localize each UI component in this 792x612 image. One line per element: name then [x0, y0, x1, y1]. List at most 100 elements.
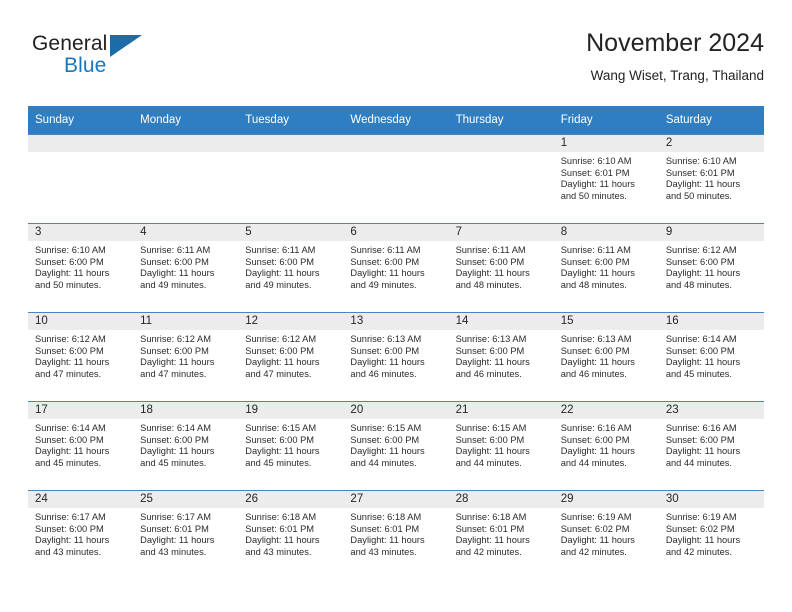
calendar-day-cell[interactable]: 3 Sunrise: 6:10 AM Sunset: 6:00 PM Daylight… — [28, 223, 134, 313]
day-number: 26 — [238, 491, 344, 508]
day-details: Sunrise: 6:11 AM Sunset: 6:00 PM Daylight:… — [238, 241, 343, 291]
day-cell: 6 Sunrise: 6:11 AM Sunset: 6:00 PM Daylight… — [343, 224, 449, 312]
day-number: 6 — [343, 224, 449, 241]
calendar-day-cell[interactable]: 22 Sunrise: 6:16 AM Sunset: 6:00 PM Dayligh… — [553, 401, 659, 491]
calendar-day-cell[interactable]: 23 Sunrise: 6:16 AM Sunset: 6:00 PM Dayligh… — [658, 401, 764, 491]
calendar-day-cell[interactable]: 10 Sunrise: 6:12 AM Sunset: 6:00 PM Dayligh… — [28, 312, 134, 402]
sunset-text: Sunset: 6:00 PM — [560, 256, 630, 267]
triangle-flag-icon — [110, 35, 142, 57]
sunset-text: Sunset: 6:00 PM — [35, 523, 104, 534]
calendar-day-cell[interactable]: 26 Sunrise: 6:18 AM Sunset: 6:01 PM Dayligh… — [238, 490, 344, 579]
calendar-day-cell[interactable] — [28, 134, 134, 224]
day-number: 12 — [238, 313, 344, 330]
calendar-day-cell[interactable]: 6 Sunrise: 6:11 AM Sunset: 6:00 PM Daylight… — [343, 223, 449, 313]
day-number: 14 — [448, 313, 554, 330]
calendar-day-cell[interactable]: 11 Sunrise: 6:12 AM Sunset: 6:00 PM Dayligh… — [133, 312, 239, 402]
sunset-text: Sunset: 6:00 PM — [455, 345, 525, 356]
calendar-day-cell[interactable]: 28 Sunrise: 6:18 AM Sunset: 6:01 PM Dayligh… — [448, 490, 554, 579]
sunrise-text: Sunrise: 6:13 AM — [350, 334, 422, 344]
calendar-day-cell[interactable] — [343, 134, 449, 224]
calendar-day-cell[interactable]: 20 Sunrise: 6:15 AM Sunset: 6:00 PM Dayligh… — [343, 401, 449, 491]
calendar-day-cell[interactable]: 16 Sunrise: 6:14 AM Sunset: 6:00 PM Dayligh… — [658, 312, 764, 402]
calendar-day-cell[interactable]: 30 Sunrise: 6:19 AM Sunset: 6:02 PM Dayligh… — [658, 490, 764, 579]
sunset-text: Sunset: 6:00 PM — [560, 434, 630, 445]
weekday-header-tuesday: Tuesday — [238, 106, 344, 135]
weekday-header-wednesday: Wednesday — [343, 106, 449, 135]
calendar-day-cell[interactable]: 9 Sunrise: 6:12 AM Sunset: 6:00 PM Daylight… — [658, 223, 764, 313]
sunset-text: Sunset: 6:00 PM — [35, 345, 104, 356]
calendar-day-cell[interactable]: 24 Sunrise: 6:17 AM Sunset: 6:00 PM Dayligh… — [28, 490, 134, 579]
day-cell-empty — [28, 135, 134, 223]
calendar-day-cell[interactable]: 2 Sunrise: 6:10 AM Sunset: 6:01 PM Daylight… — [658, 134, 764, 224]
calendar-day-cell[interactable]: 17 Sunrise: 6:14 AM Sunset: 6:00 PM Dayligh… — [28, 401, 134, 491]
calendar-day-cell[interactable]: 15 Sunrise: 6:13 AM Sunset: 6:00 PM Dayligh… — [553, 312, 659, 402]
daylight-text: Daylight: 11 hours and 44 minutes. — [350, 446, 425, 468]
calendar-day-cell[interactable]: 18 Sunrise: 6:14 AM Sunset: 6:00 PM Dayligh… — [133, 401, 239, 491]
calendar-day-cell[interactable]: 13 Sunrise: 6:13 AM Sunset: 6:00 PM Dayligh… — [343, 312, 449, 402]
calendar-day-cell[interactable]: 7 Sunrise: 6:11 AM Sunset: 6:00 PM Daylight… — [448, 223, 554, 313]
day-details: Sunrise: 6:12 AM Sunset: 6:00 PM Daylight:… — [238, 330, 343, 380]
sunset-text: Sunset: 6:02 PM — [560, 523, 630, 534]
sunset-text: Sunset: 6:00 PM — [245, 345, 315, 356]
calendar-day-cell[interactable]: 19 Sunrise: 6:15 AM Sunset: 6:00 PM Dayligh… — [238, 401, 344, 491]
day-cell: 15 Sunrise: 6:13 AM Sunset: 6:00 PM Dayligh… — [553, 313, 659, 401]
sunrise-text: Sunrise: 6:10 AM — [35, 245, 106, 255]
sunset-text: Sunset: 6:00 PM — [140, 345, 209, 356]
day-cell: 30 Sunrise: 6:19 AM Sunset: 6:02 PM Dayligh… — [658, 491, 764, 579]
day-number: 24 — [28, 491, 134, 508]
daylight-text: Daylight: 11 hours and 48 minutes. — [560, 268, 635, 290]
daylight-text: Daylight: 11 hours and 42 minutes. — [560, 535, 635, 557]
day-number: 3 — [28, 224, 134, 241]
calendar-day-cell[interactable]: 25 Sunrise: 6:17 AM Sunset: 6:01 PM Dayligh… — [133, 490, 239, 579]
calendar-day-cell[interactable]: 21 Sunrise: 6:15 AM Sunset: 6:00 PM Dayligh… — [448, 401, 554, 491]
day-details: Sunrise: 6:11 AM Sunset: 6:00 PM Daylight:… — [133, 241, 238, 291]
day-cell: 18 Sunrise: 6:14 AM Sunset: 6:00 PM Dayligh… — [133, 402, 239, 490]
daylight-text: Daylight: 11 hours and 48 minutes. — [455, 268, 530, 290]
day-number: 20 — [343, 402, 449, 419]
day-cell: 3 Sunrise: 6:10 AM Sunset: 6:00 PM Daylight… — [28, 224, 134, 312]
sunrise-text: Sunrise: 6:15 AM — [455, 423, 527, 433]
sunrise-text: Sunrise: 6:19 AM — [560, 512, 632, 522]
sunset-text: Sunset: 6:01 PM — [140, 523, 209, 534]
sunset-text: Sunset: 6:01 PM — [455, 523, 525, 534]
sunrise-text: Sunrise: 6:13 AM — [455, 334, 527, 344]
sunrise-text: Sunrise: 6:12 AM — [665, 245, 737, 255]
calendar-day-cell[interactable]: 12 Sunrise: 6:12 AM Sunset: 6:00 PM Dayligh… — [238, 312, 344, 402]
sunset-text: Sunset: 6:00 PM — [455, 256, 525, 267]
calendar-day-cell[interactable]: 5 Sunrise: 6:11 AM Sunset: 6:00 PM Daylight… — [238, 223, 344, 313]
day-cell: 27 Sunrise: 6:18 AM Sunset: 6:01 PM Dayligh… — [343, 491, 449, 579]
calendar-grid: Sunday Monday Tuesday Wednesday Thursday… — [28, 106, 764, 579]
calendar-day-cell[interactable]: 27 Sunrise: 6:18 AM Sunset: 6:01 PM Dayligh… — [343, 490, 449, 579]
sunset-text: Sunset: 6:02 PM — [665, 523, 735, 534]
daylight-text: Daylight: 11 hours and 47 minutes. — [140, 357, 215, 379]
sunset-text: Sunset: 6:01 PM — [350, 523, 420, 534]
calendar-week-row: 3 Sunrise: 6:10 AM Sunset: 6:00 PM Daylight… — [28, 223, 764, 313]
calendar-day-cell[interactable] — [448, 134, 554, 224]
day-number: 1 — [553, 135, 659, 152]
calendar-day-cell[interactable]: 29 Sunrise: 6:19 AM Sunset: 6:02 PM Dayligh… — [553, 490, 659, 579]
sunset-text: Sunset: 6:00 PM — [665, 434, 735, 445]
day-number: 21 — [448, 402, 554, 419]
calendar-day-cell[interactable]: 14 Sunrise: 6:13 AM Sunset: 6:00 PM Dayligh… — [448, 312, 554, 402]
daylight-text: Daylight: 11 hours and 50 minutes. — [665, 179, 741, 201]
sunrise-text: Sunrise: 6:16 AM — [665, 423, 737, 433]
calendar-day-cell[interactable]: 4 Sunrise: 6:11 AM Sunset: 6:00 PM Daylight… — [133, 223, 239, 313]
daylight-text: Daylight: 11 hours and 46 minutes. — [350, 357, 425, 379]
brand-logo[interactable]: General Blue — [32, 32, 232, 88]
daylight-text: Daylight: 11 hours and 42 minutes. — [455, 535, 530, 557]
day-details: Sunrise: 6:13 AM Sunset: 6:00 PM Daylight:… — [343, 330, 448, 380]
calendar-day-cell[interactable] — [238, 134, 344, 224]
day-details: Sunrise: 6:11 AM Sunset: 6:00 PM Daylight:… — [343, 241, 448, 291]
day-cell: 5 Sunrise: 6:11 AM Sunset: 6:00 PM Daylight… — [238, 224, 344, 312]
calendar-day-cell[interactable] — [133, 134, 239, 224]
daylight-text: Daylight: 11 hours and 48 minutes. — [665, 268, 741, 290]
sunset-text: Sunset: 6:00 PM — [350, 256, 420, 267]
day-cell: 1 Sunrise: 6:10 AM Sunset: 6:01 PM Daylight… — [553, 135, 659, 223]
calendar-day-cell[interactable]: 1 Sunrise: 6:10 AM Sunset: 6:01 PM Daylight… — [553, 134, 659, 224]
day-cell: 16 Sunrise: 6:14 AM Sunset: 6:00 PM Dayligh… — [658, 313, 764, 401]
calendar-week-row: 17 Sunrise: 6:14 AM Sunset: 6:00 PM Dayligh… — [28, 401, 764, 491]
calendar-day-cell[interactable]: 8 Sunrise: 6:11 AM Sunset: 6:00 PM Daylight… — [553, 223, 659, 313]
day-number — [28, 135, 134, 152]
day-cell: 24 Sunrise: 6:17 AM Sunset: 6:00 PM Dayligh… — [28, 491, 134, 579]
day-details: Sunrise: 6:10 AM Sunset: 6:01 PM Daylight:… — [659, 152, 764, 202]
